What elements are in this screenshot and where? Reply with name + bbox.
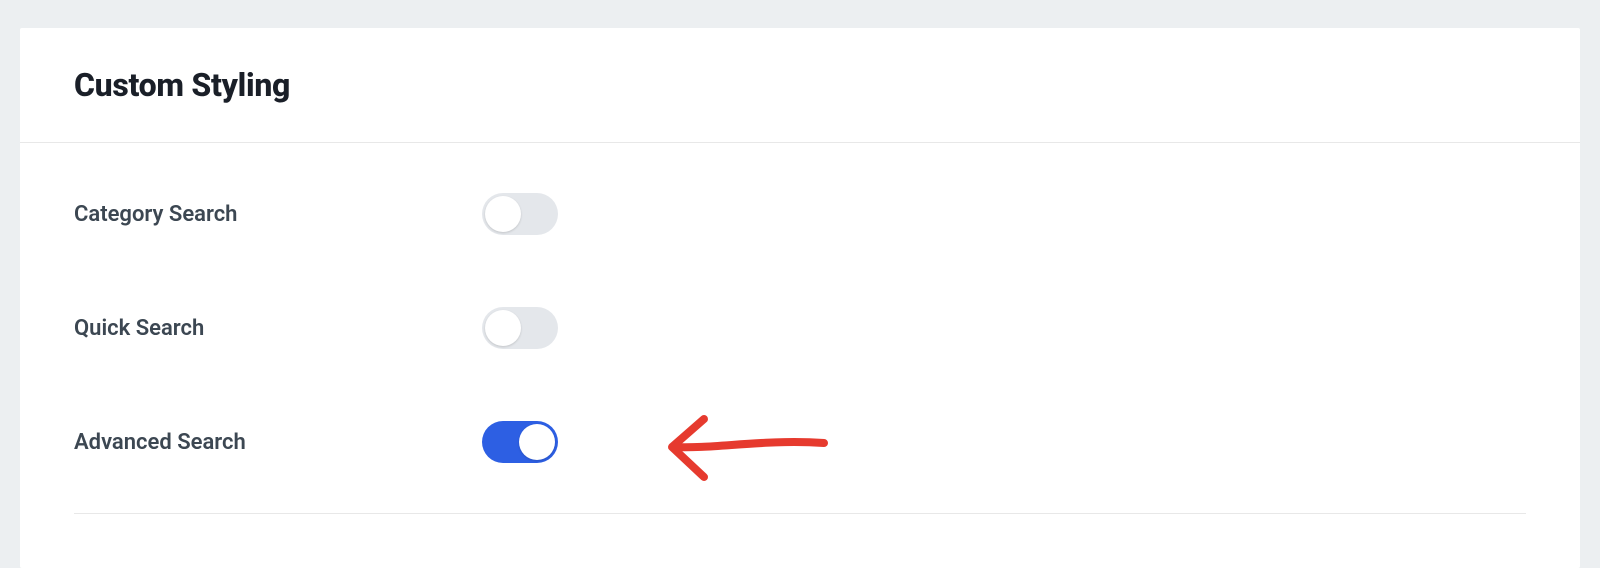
advanced-search-label: Advanced Search [74,430,482,455]
setting-row-category-search: Category Search [74,191,1526,237]
quick-search-label: Quick Search [74,316,482,341]
quick-search-toggle[interactable] [482,307,558,349]
advanced-search-toggle[interactable] [482,421,558,463]
toggle-knob [485,196,521,232]
setting-row-quick-search: Quick Search [74,305,1526,351]
panel-header: Custom Styling [20,28,1580,143]
divider [74,513,1526,514]
panel-title: Custom Styling [74,66,1526,104]
setting-row-advanced-search: Advanced Search [74,419,1526,465]
panel-body: Category Search Quick Search Advanced Se… [20,143,1580,534]
toggle-knob [485,310,521,346]
arrow-annotation-icon [664,409,834,493]
category-search-toggle[interactable] [482,193,558,235]
settings-panel: Custom Styling Category Search Quick Sea… [20,28,1580,568]
category-search-label: Category Search [74,202,482,227]
toggle-knob [519,424,555,460]
